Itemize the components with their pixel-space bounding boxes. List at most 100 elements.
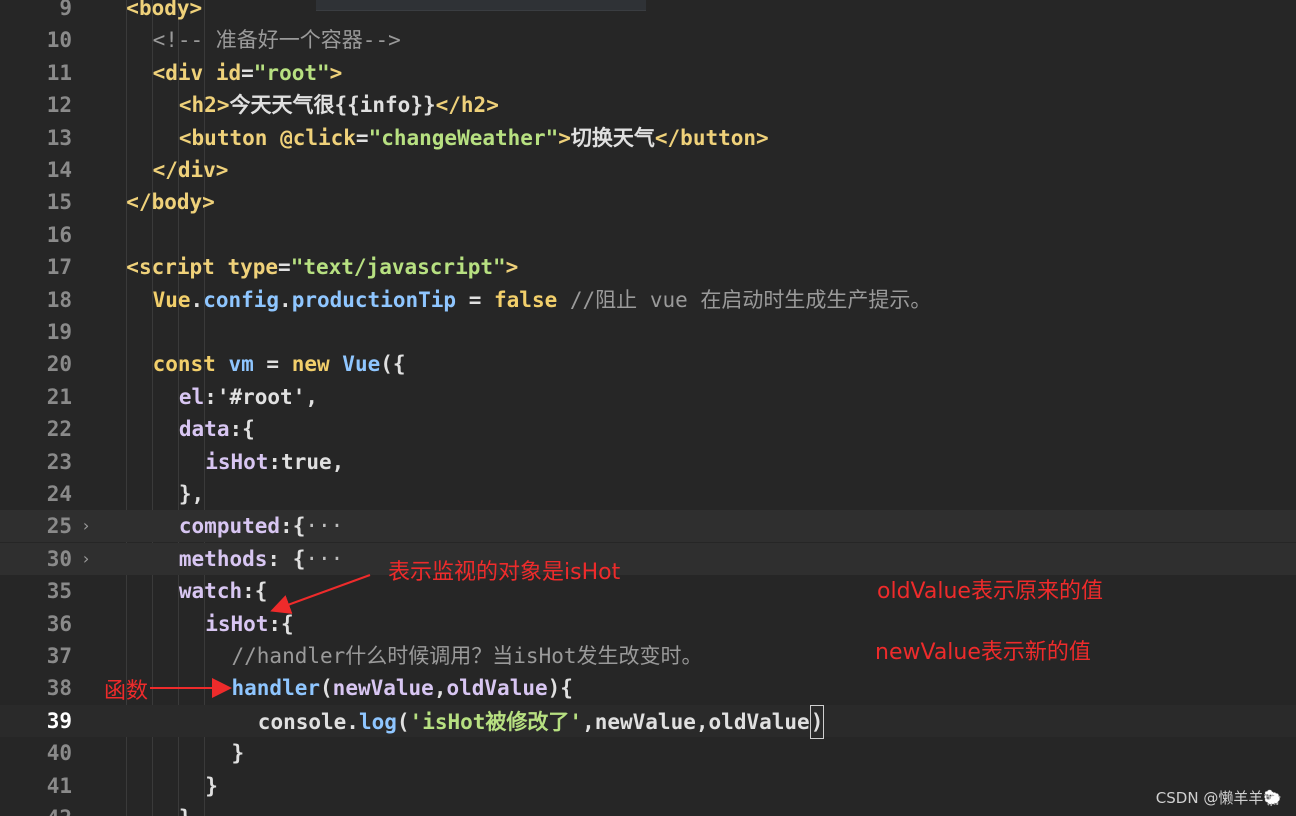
code-token: @click bbox=[280, 125, 356, 150]
code-token: > bbox=[329, 60, 343, 85]
code-line[interactable]: 22 data:{ bbox=[0, 413, 1296, 445]
line-number: 18 bbox=[46, 287, 72, 312]
code-token: }, bbox=[178, 482, 205, 506]
csdn-watermark: CSDN @懒羊羊🐑 bbox=[1155, 789, 1282, 807]
fold-chevron-icon[interactable]: › bbox=[78, 510, 94, 542]
annotation-watch-target: 表示监视的对象是isHot bbox=[388, 560, 621, 585]
code-line[interactable]: 30 › methods: {··· bbox=[0, 542, 1296, 575]
code-text: el:'#root', bbox=[179, 381, 318, 413]
code-line[interactable]: 21 el:'#root', bbox=[0, 381, 1296, 413]
code-text: <script type="text/javascript"> bbox=[126, 251, 518, 283]
code-text: data:{ bbox=[179, 413, 255, 445]
code-text: computed:{··· bbox=[179, 510, 343, 542]
code-line[interactable]: 41} bbox=[0, 770, 1296, 802]
annotation-old-value: oldValue表示原来的值 bbox=[877, 579, 1103, 604]
line-number: 40 bbox=[46, 741, 72, 766]
code-token: ) bbox=[547, 676, 561, 701]
code-line[interactable]: 16 bbox=[0, 219, 1296, 251]
code-token: </body> bbox=[126, 190, 215, 215]
code-token: //阻止 vue 在启动时生成生产提示。 bbox=[569, 287, 932, 312]
code-token: vm bbox=[228, 352, 254, 377]
code-line[interactable]: 11 <div id="root"> bbox=[0, 57, 1296, 89]
code-line[interactable]: 20 const vm = new Vue({ bbox=[0, 348, 1296, 380]
code-token: "text/javascript" bbox=[290, 255, 506, 280]
line-number: 30 bbox=[46, 546, 72, 571]
code-token: , bbox=[305, 384, 319, 409]
code-text: const vm = new Vue({ bbox=[153, 348, 406, 380]
code-token: type bbox=[227, 255, 279, 280]
code-text: isHot:{ bbox=[205, 608, 294, 640]
code-text: }, bbox=[179, 802, 204, 816]
code-token: 切换天气 bbox=[570, 125, 655, 150]
code-token: watch bbox=[178, 579, 243, 604]
code-line[interactable]: 23 isHot:true, bbox=[0, 446, 1296, 478]
code-line[interactable]: 39 console.log('isHot被修改了',newValue,oldVa… bbox=[0, 704, 1296, 739]
line-number: 36 bbox=[46, 611, 72, 636]
code-text: <body> bbox=[126, 0, 202, 24]
code-token: ··· bbox=[305, 546, 344, 571]
code-text: console.log('isHot被修改了',newValue,oldValu… bbox=[257, 704, 825, 739]
code-token: isHot bbox=[205, 449, 269, 474]
fold-chevron-icon[interactable]: › bbox=[78, 543, 94, 575]
code-line[interactable]: 24}, bbox=[0, 478, 1296, 510]
code-editor[interactable]: 9 <body> 10 <!-- 准备好一个容器--> 11 <div id="root"… bbox=[0, 0, 1296, 816]
line-number: 20 bbox=[46, 352, 72, 377]
code-line[interactable]: 13 <button @click="changeWeather">切换天气</b… bbox=[0, 122, 1296, 154]
code-token: . bbox=[279, 287, 292, 312]
code-token: Vue bbox=[342, 352, 381, 377]
line-number: 14 bbox=[46, 158, 72, 182]
code-token: = bbox=[278, 255, 291, 280]
line-number: 11 bbox=[46, 60, 72, 85]
code-token: newValue bbox=[332, 676, 434, 701]
code-token: :{ bbox=[242, 579, 268, 604]
line-number: 19 bbox=[46, 320, 72, 344]
code-line[interactable]: 25 › computed:{··· bbox=[0, 510, 1296, 543]
code-text: <!-- 准备好一个容器--> bbox=[153, 24, 401, 56]
code-token: computed bbox=[178, 514, 281, 539]
line-number: 25 bbox=[46, 514, 72, 539]
code-token: <button bbox=[178, 125, 268, 150]
code-text: watch:{ bbox=[179, 575, 268, 607]
code-token: ({ bbox=[380, 352, 406, 377]
code-line[interactable]: 17 <script type="text/javascript"> bbox=[0, 251, 1296, 283]
code-text: Vue.config.productionTip = false //阻止 vu… bbox=[153, 284, 932, 316]
code-token: :{ bbox=[229, 417, 255, 442]
code-text: } bbox=[232, 737, 245, 769]
code-token: console. bbox=[257, 709, 359, 734]
code-token: = bbox=[241, 60, 254, 85]
code-line[interactable]: 12 <h2>今天天气很{{info}}</h2> bbox=[0, 89, 1296, 121]
line-number: 13 bbox=[46, 125, 72, 150]
code-token: = bbox=[253, 352, 292, 377]
code-token: > bbox=[505, 255, 519, 280]
code-token: </div> bbox=[152, 158, 229, 182]
code-token: id bbox=[215, 60, 242, 85]
code-token: el bbox=[178, 384, 205, 409]
code-line[interactable]: 18 Vue.config.productionTip = false //阻止 … bbox=[0, 284, 1296, 316]
code-text: <button @click="changeWeather">切换天气</but… bbox=[179, 122, 769, 154]
code-token: log bbox=[358, 709, 397, 734]
code-text: isHot:true, bbox=[205, 446, 344, 478]
line-number: 39 bbox=[46, 708, 72, 733]
annotation-function: 函数 bbox=[104, 679, 149, 704]
code-line[interactable]: 37 //handler什么时候调用？当isHot发生改变时。 bbox=[0, 640, 1296, 672]
code-token: }, bbox=[179, 806, 204, 816]
code-line[interactable]: 15 </body> bbox=[0, 186, 1296, 218]
code-line[interactable]: 40} bbox=[0, 737, 1296, 769]
code-line[interactable]: 42}, bbox=[0, 802, 1296, 816]
code-token: , bbox=[695, 709, 709, 734]
code-line[interactable]: 19 bbox=[0, 316, 1296, 348]
code-line[interactable]: 10 <!-- 准备好一个容器--> bbox=[0, 24, 1296, 56]
code-line[interactable]: 38 handler(newValue,oldValue){ bbox=[0, 672, 1296, 704]
code-token: oldValue bbox=[446, 676, 548, 701]
code-line[interactable]: 36 isHot:{ bbox=[0, 608, 1296, 640]
code-line[interactable]: 14 </div> bbox=[0, 154, 1296, 186]
code-token: </h2> bbox=[435, 93, 499, 118]
code-line[interactable]: 9 <body> bbox=[0, 0, 1296, 24]
code-token: { bbox=[560, 676, 573, 701]
code-token: > bbox=[558, 125, 571, 150]
code-token: :true, bbox=[268, 449, 345, 474]
line-number: 12 bbox=[46, 93, 72, 118]
